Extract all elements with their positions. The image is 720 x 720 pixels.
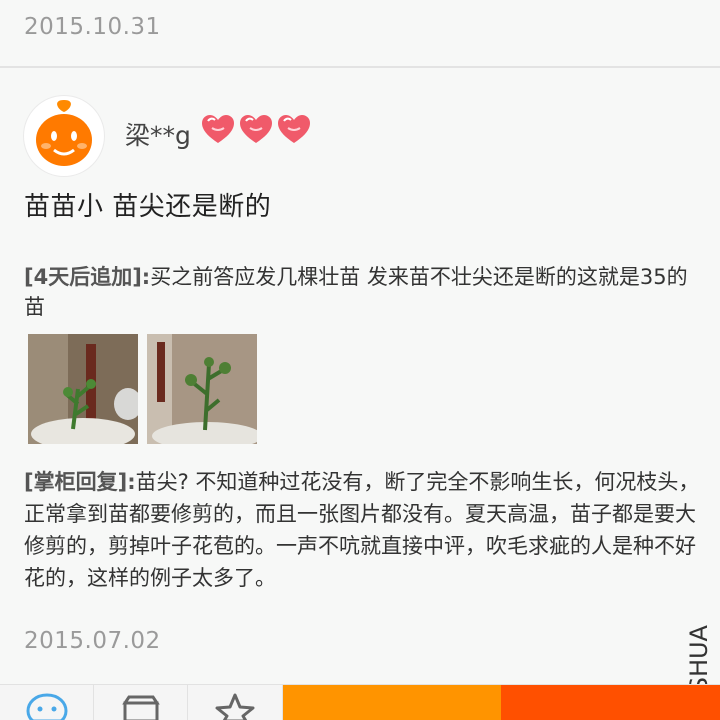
review-text: 苗苗小 苗尖还是断的 [24,192,272,222]
bottom-toolbar [0,684,720,720]
avatar[interactable] [24,96,104,176]
seller-reply-tag: [掌柜回复]: [24,470,136,494]
review-photo[interactable] [147,334,257,444]
shop-icon [121,695,160,720]
favorite-button[interactable] [188,685,283,720]
purchase-date: 2015.07.02 [24,628,161,654]
add-to-cart-button[interactable] [283,685,501,720]
reputation-level [200,113,312,145]
user-name[interactable]: 梁**g [125,116,191,152]
heart-icon [202,115,234,143]
shop-button[interactable] [94,685,188,720]
seller-reply: [掌柜回复]:苗尖? 不知道种过花没有，断了完全不影响生长，何况枝头，正常拿到苗… [24,466,704,594]
star-icon [215,693,255,720]
chat-icon [25,693,68,720]
heart-icon [240,115,272,143]
followup-tag: [4天后追加]: [24,265,151,289]
review-photo[interactable] [28,334,138,444]
review-date: 2015.10.31 [24,14,161,40]
followup-comment: [4天后追加]:买之前答应发几棵壮苗 发来苗不壮尖还是断的这就是35的苗 [24,262,704,322]
divider [0,66,720,68]
chat-button[interactable] [0,685,94,720]
heart-icon [278,115,310,143]
buy-now-button[interactable] [501,685,720,720]
